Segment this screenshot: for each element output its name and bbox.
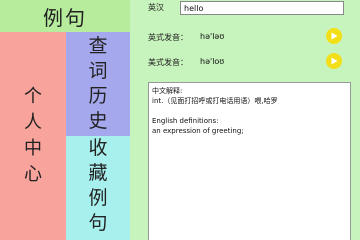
definition-box: 中文解释: int.（见面打招呼或打电话用语）喂,哈罗 English defi… (148, 82, 351, 240)
favorite-examples-char: 句 (88, 212, 108, 234)
tab-personal-center[interactable]: 个 人 中 心 (0, 32, 66, 240)
language-label: 英汉 (148, 3, 164, 12)
us-pronunciation-label: 美式发音： (148, 58, 188, 67)
query-history-char: 历 (88, 85, 108, 107)
search-input[interactable] (180, 1, 344, 15)
us-phonetic: hə'loʊ (200, 57, 225, 66)
favorite-examples-char: 藏 (88, 162, 108, 184)
query-history-char: 词 (88, 60, 108, 82)
english-definition-heading: English definitions: (152, 117, 219, 125)
query-history-char: 史 (88, 110, 108, 132)
query-history-char: 查 (88, 35, 108, 57)
play-uk-button[interactable] (326, 28, 342, 44)
tab-favorite-examples[interactable]: 收 藏 例 句 (66, 136, 130, 240)
tab-example-sentences[interactable]: 例句 (0, 0, 130, 32)
uk-pronunciation-label: 英式发音： (148, 33, 188, 42)
personal-center-char: 心 (24, 164, 42, 185)
personal-center-char: 个 (24, 86, 42, 107)
play-us-button[interactable] (326, 53, 342, 69)
chinese-definition-heading: 中文解释: (152, 87, 183, 95)
favorite-examples-char: 收 (88, 137, 108, 159)
english-definition-text: an expression of greeting; (152, 127, 244, 135)
tab-query-history[interactable]: 查 词 历 史 (66, 32, 130, 136)
personal-center-char: 人 (24, 112, 42, 133)
uk-phonetic: hə'ləʊ (200, 32, 225, 41)
play-icon (331, 32, 338, 40)
personal-center-char: 中 (24, 138, 42, 159)
play-icon (331, 57, 338, 65)
chinese-definition-text: int.（见面打招呼或打电话用语）喂,哈罗 (152, 97, 278, 105)
tab-example-label: 例句 (43, 5, 87, 30)
favorite-examples-char: 例 (88, 187, 108, 209)
